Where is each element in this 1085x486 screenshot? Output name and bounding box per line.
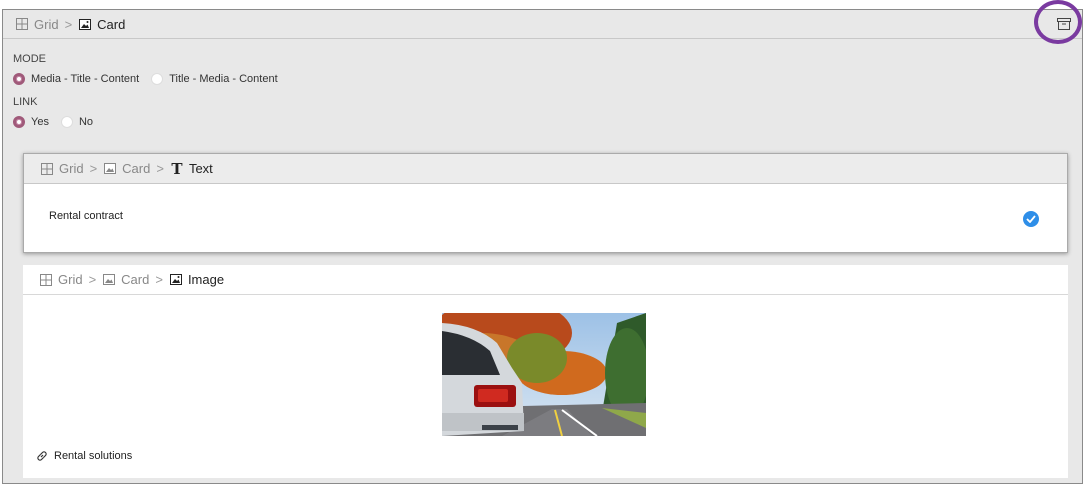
check-icon[interactable] — [1023, 211, 1039, 227]
link-option-no[interactable]: No — [60, 116, 94, 128]
breadcrumb-card: Card — [97, 16, 126, 32]
breadcrumb-card[interactable]: Card — [121, 272, 149, 287]
card-editor-panel: Grid > Card MODE Media - Title - Content… — [2, 9, 1083, 484]
breadcrumb-separator: > — [156, 161, 164, 176]
link-radio-group: Yes No — [13, 116, 105, 128]
breadcrumb-current: Text — [188, 161, 213, 176]
image-icon — [78, 17, 92, 31]
image-card-breadcrumb: Grid > Card > Image — [23, 265, 1068, 295]
text-icon: T — [171, 159, 183, 178]
link-option-yes[interactable]: Yes — [13, 116, 49, 128]
archive-button[interactable] — [1056, 16, 1072, 32]
mode-option-label: Title - Media - Content — [169, 73, 278, 85]
radio-selected[interactable] — [13, 116, 25, 128]
link-label: LINK — [13, 96, 38, 108]
image-component-card[interactable]: Grid > Card > Image Rental solutions — [23, 265, 1068, 478]
radio-unselected[interactable] — [60, 116, 73, 128]
image-icon — [103, 162, 117, 176]
breadcrumb-card[interactable]: Card — [122, 161, 150, 176]
link-text[interactable]: Rental solutions — [54, 450, 132, 462]
image-icon — [102, 273, 116, 287]
breadcrumb-separator: > — [64, 16, 73, 32]
link-option-label: No — [78, 116, 94, 128]
mode-option-media-title-content[interactable]: Media - Title - Content — [13, 73, 139, 85]
radio-selected[interactable] — [13, 73, 25, 85]
breadcrumb-separator: > — [88, 272, 97, 287]
breadcrumb-grid[interactable]: Grid — [34, 17, 59, 32]
radio-unselected[interactable] — [151, 73, 164, 85]
link-icon — [35, 449, 49, 463]
text-component-card[interactable]: Grid > Card > T Text Rental contract — [23, 153, 1068, 253]
link-option-label: Yes — [31, 116, 49, 128]
breadcrumb-separator: > — [155, 272, 163, 287]
mode-option-label: Media - Title - Content — [31, 73, 140, 85]
link-rental-solutions[interactable]: Rental solutions — [35, 449, 132, 463]
image-icon — [169, 273, 183, 287]
text-content[interactable]: Rental contract — [49, 210, 123, 222]
mode-label: MODE — [13, 53, 46, 65]
breadcrumb-grid[interactable]: Grid — [59, 161, 84, 176]
text-card-breadcrumb: Grid > Card > T Text — [24, 154, 1067, 184]
grid-icon — [40, 162, 54, 176]
grid-icon — [39, 273, 53, 287]
breadcrumb-current: Image — [187, 272, 225, 287]
archive-icon — [1057, 18, 1071, 30]
breadcrumb-grid[interactable]: Grid — [58, 272, 83, 287]
car-photo[interactable] — [442, 313, 646, 436]
mode-radio-group: Media - Title - Content Title - Media - … — [13, 73, 290, 85]
mode-option-title-media-content[interactable]: Title - Media - Content — [151, 73, 278, 85]
grid-icon — [15, 17, 29, 31]
breadcrumb-separator: > — [89, 161, 98, 176]
breadcrumb: Grid > Card — [3, 10, 1082, 39]
